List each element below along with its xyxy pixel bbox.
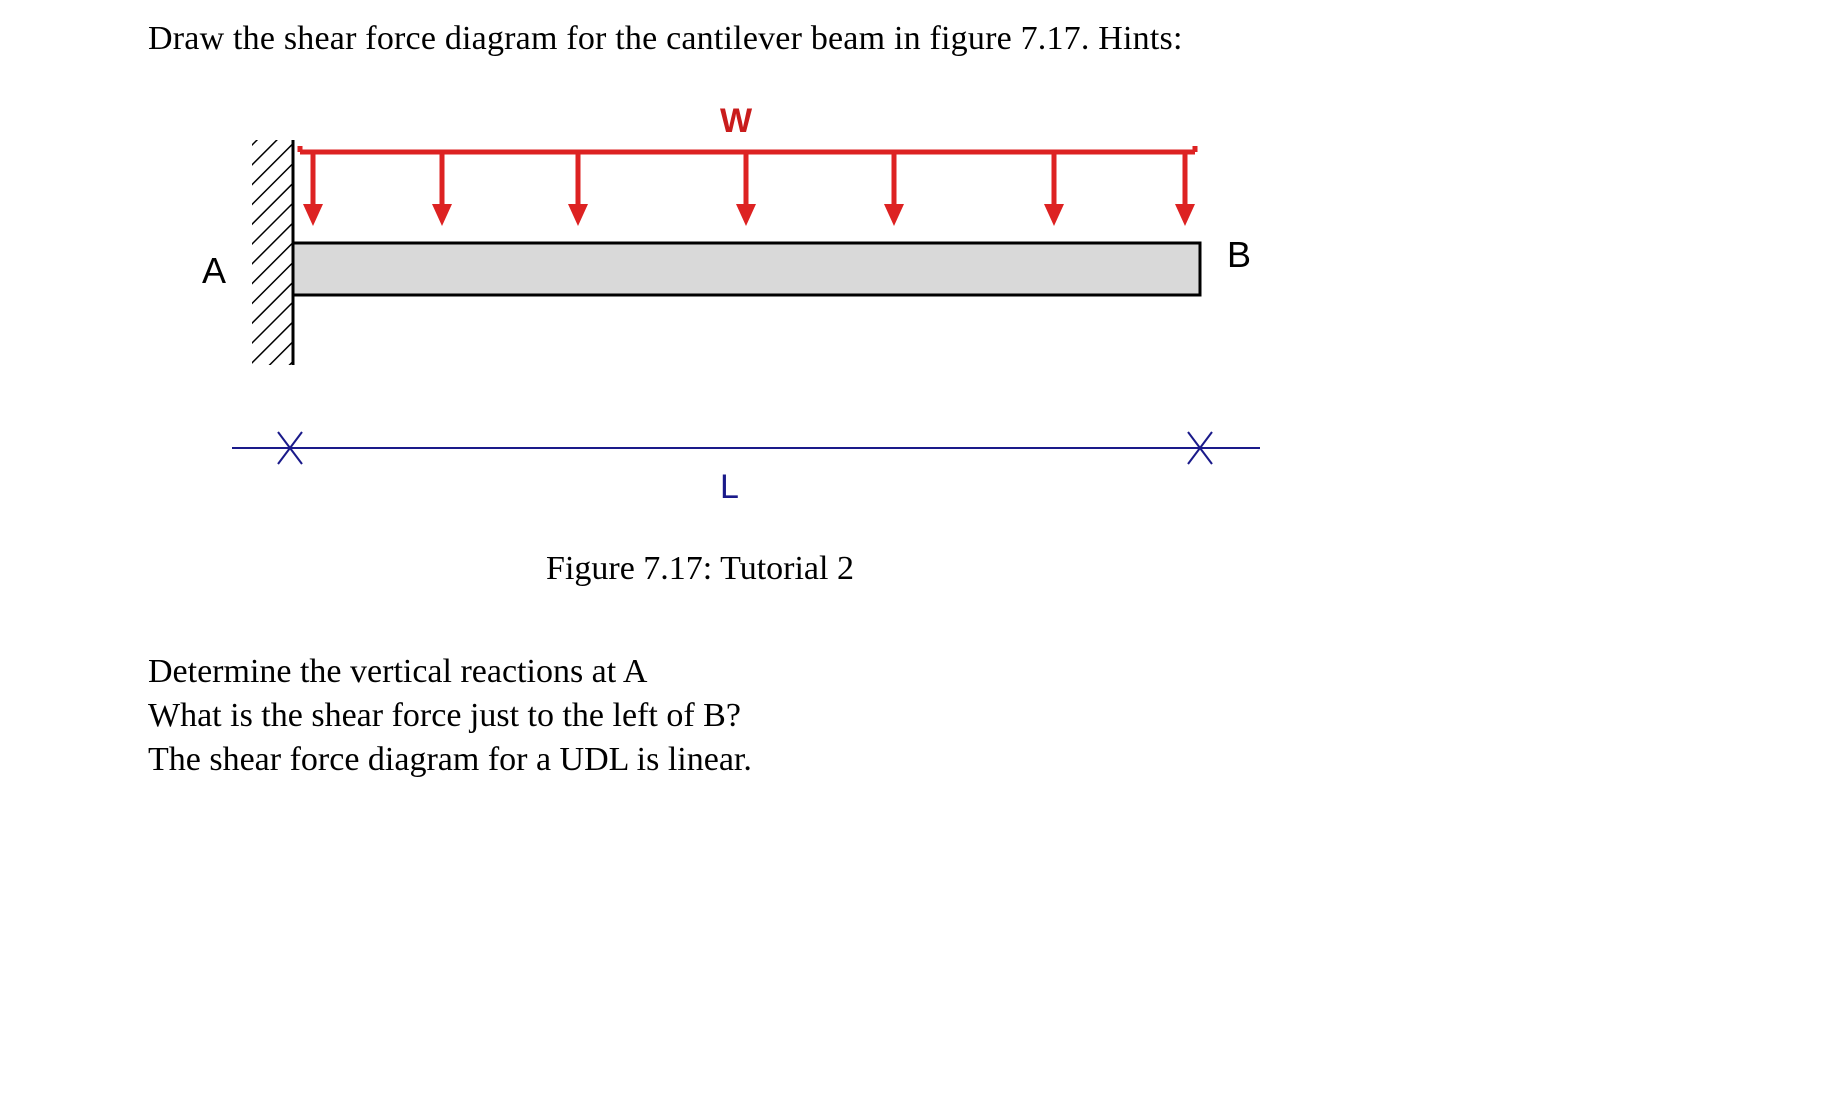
hint-line: Determine the vertical reactions at A (148, 650, 752, 694)
beam (293, 243, 1200, 295)
hint-line: The shear force diagram for a UDL is lin… (148, 738, 752, 782)
udl-arrow (884, 152, 904, 226)
udl-arrow (432, 152, 452, 226)
point-label-b: B (1227, 234, 1251, 276)
fixed-support-icon (252, 140, 293, 365)
hints-block: Determine the vertical reactions at A Wh… (148, 650, 752, 783)
udl-arrow (736, 152, 756, 226)
udl-arrow (303, 152, 323, 226)
span-label-l: L (720, 468, 739, 507)
udl-arrow (1044, 152, 1064, 226)
figure-area: W A B L Figure 7.17: Tutorial 2 (0, 0, 1822, 1114)
point-label-a: A (202, 250, 226, 292)
udl-arrow (1175, 152, 1195, 226)
udl-arrow (568, 152, 588, 226)
page: Draw the shear force diagram for the can… (0, 0, 1822, 1114)
load-label-w: W (720, 102, 752, 141)
dimension-line (232, 432, 1260, 464)
hint-line: What is the shear force just to the left… (148, 694, 752, 738)
figure-caption: Figure 7.17: Tutorial 2 (0, 550, 1400, 588)
udl-load (300, 146, 1195, 226)
